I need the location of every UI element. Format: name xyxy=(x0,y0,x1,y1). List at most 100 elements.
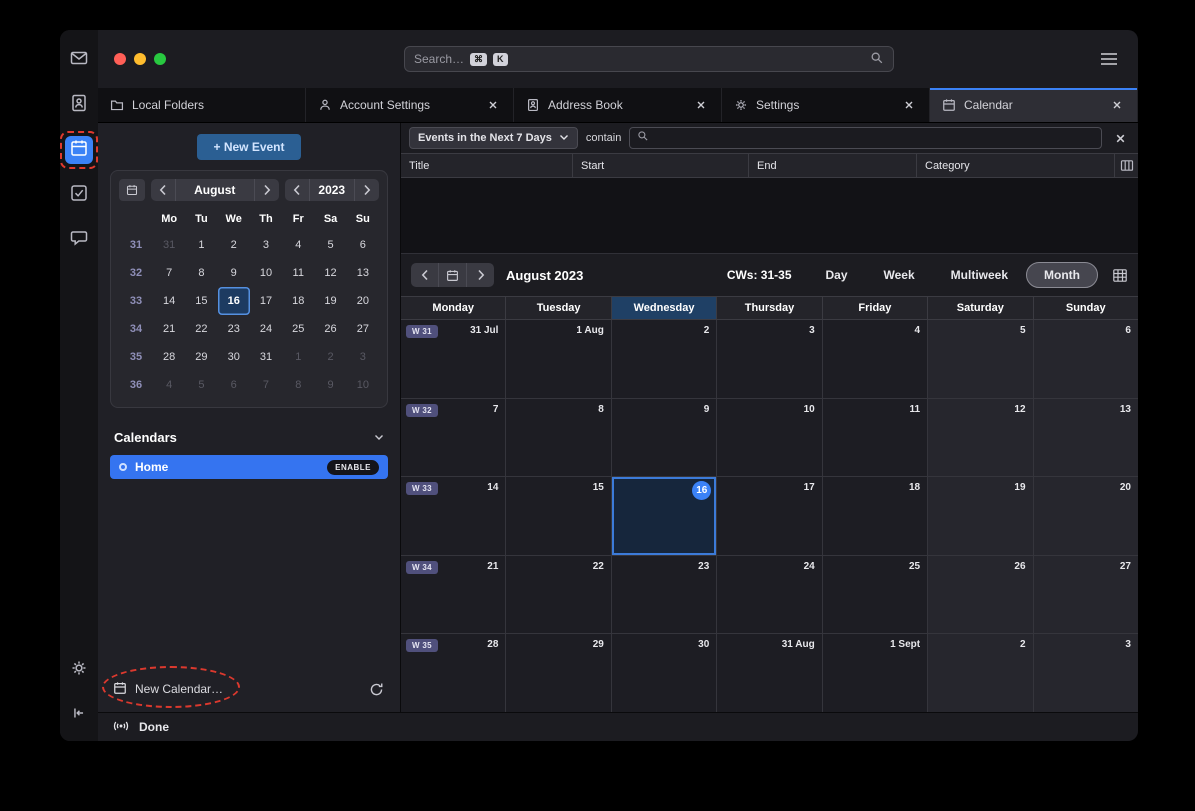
minical-day[interactable]: 27 xyxy=(347,315,379,343)
month-cell[interactable]: 6 xyxy=(1034,320,1138,398)
tab-account-settings[interactable]: Account Settings xyxy=(306,88,514,122)
minical-day[interactable]: 15 xyxy=(185,287,217,315)
sync-icon[interactable] xyxy=(369,682,384,697)
minical-day[interactable]: 13 xyxy=(347,259,379,287)
column-header-start[interactable]: Start xyxy=(573,154,749,177)
minical-day-selected[interactable]: 16 xyxy=(218,287,250,315)
month-cell[interactable]: 27 xyxy=(1034,556,1138,634)
minical-day[interactable]: 25 xyxy=(282,315,314,343)
minical-day[interactable]: 30 xyxy=(218,343,250,371)
zoom-window-button[interactable] xyxy=(154,53,166,65)
month-cell[interactable]: 19 xyxy=(928,477,1033,555)
month-cell[interactable]: 2 xyxy=(612,320,717,398)
close-filter-icon[interactable] xyxy=(1110,133,1130,144)
global-search-bar[interactable]: Search… ⌘ K xyxy=(404,46,894,72)
month-cell[interactable]: 26 xyxy=(928,556,1033,634)
minical-day[interactable]: 5 xyxy=(314,231,346,259)
month-cell[interactable]: 3 xyxy=(1034,634,1138,712)
minical-day[interactable]: 19 xyxy=(314,287,346,315)
event-range-dropdown[interactable]: Events in the Next 7 Days xyxy=(409,127,578,149)
month-cell[interactable]: 17 xyxy=(717,477,822,555)
month-cell[interactable]: 25 xyxy=(823,556,928,634)
previous-period-button[interactable] xyxy=(411,263,439,287)
minical-day[interactable]: 11 xyxy=(282,259,314,287)
minical-day[interactable]: 12 xyxy=(314,259,346,287)
next-month-button[interactable] xyxy=(255,179,279,201)
month-cell[interactable]: W 3131 Jul xyxy=(401,320,506,398)
view-button-multiweek[interactable]: Multiweek xyxy=(933,262,1026,288)
minical-day[interactable]: 23 xyxy=(218,315,250,343)
month-cell[interactable]: 24 xyxy=(717,556,822,634)
previous-month-button[interactable] xyxy=(151,179,175,201)
new-event-button[interactable]: + New Event xyxy=(197,134,300,160)
month-cell[interactable]: 5 xyxy=(928,320,1033,398)
minical-day[interactable]: 7 xyxy=(250,371,282,399)
month-cell[interactable]: 29 xyxy=(506,634,611,712)
close-tab-icon[interactable] xyxy=(901,97,917,113)
month-cell[interactable]: 10 xyxy=(717,399,822,477)
month-cell[interactable]: 9 xyxy=(612,399,717,477)
minical-day[interactable]: 5 xyxy=(185,371,217,399)
calendar-layout-icon[interactable] xyxy=(1112,268,1128,283)
month-cell[interactable]: 12 xyxy=(928,399,1033,477)
month-cell[interactable]: 2 xyxy=(928,634,1033,712)
month-cell[interactable]: 22 xyxy=(506,556,611,634)
month-cell[interactable]: 4 xyxy=(823,320,928,398)
minical-day[interactable]: 9 xyxy=(218,259,250,287)
view-button-day[interactable]: Day xyxy=(808,262,866,288)
close-tab-icon[interactable] xyxy=(485,97,501,113)
column-header-end[interactable]: End xyxy=(749,154,917,177)
month-cell[interactable]: 13 xyxy=(1034,399,1138,477)
calendar-list-item-home[interactable]: Home ENABLE xyxy=(110,455,388,479)
month-cell[interactable]: 1 Aug xyxy=(506,320,611,398)
month-cell[interactable]: 30 xyxy=(612,634,717,712)
minical-day[interactable]: 1 xyxy=(185,231,217,259)
minical-day[interactable]: 18 xyxy=(282,287,314,315)
month-cell[interactable]: 18 xyxy=(823,477,928,555)
minical-day[interactable]: 22 xyxy=(185,315,217,343)
today-button[interactable] xyxy=(439,263,467,287)
column-picker-icon[interactable] xyxy=(1115,154,1138,177)
minical-day[interactable]: 21 xyxy=(153,315,185,343)
minical-day[interactable]: 3 xyxy=(347,343,379,371)
column-header-category[interactable]: Category xyxy=(917,154,1115,177)
minical-day[interactable]: 17 xyxy=(250,287,282,315)
minical-day[interactable]: 4 xyxy=(282,231,314,259)
minical-day[interactable]: 3 xyxy=(250,231,282,259)
minical-day[interactable]: 8 xyxy=(282,371,314,399)
minical-day[interactable]: 10 xyxy=(250,259,282,287)
tab-settings[interactable]: Settings xyxy=(722,88,930,122)
view-button-week[interactable]: Week xyxy=(866,262,933,288)
event-search-field[interactable] xyxy=(629,127,1102,149)
month-cell-today[interactable]: 16 xyxy=(612,477,717,555)
app-menu-button[interactable] xyxy=(1100,52,1118,71)
minical-day[interactable]: 31 xyxy=(250,343,282,371)
month-cell[interactable]: 11 xyxy=(823,399,928,477)
enable-badge[interactable]: ENABLE xyxy=(327,460,379,475)
tab-calendar[interactable]: Calendar xyxy=(930,88,1138,122)
minical-day[interactable]: 6 xyxy=(347,231,379,259)
chat-space-button[interactable] xyxy=(65,226,93,254)
minical-day[interactable]: 2 xyxy=(218,231,250,259)
minical-day[interactable]: 4 xyxy=(153,371,185,399)
month-cell[interactable]: W 3314 xyxy=(401,477,506,555)
month-cell[interactable]: 31 Aug xyxy=(717,634,822,712)
month-cell[interactable]: 15 xyxy=(506,477,611,555)
tab-local-folders[interactable]: Local Folders xyxy=(98,88,306,122)
minical-day[interactable]: 29 xyxy=(185,343,217,371)
minical-day[interactable]: 14 xyxy=(153,287,185,315)
event-search-input[interactable] xyxy=(655,131,1094,145)
minical-day[interactable]: 20 xyxy=(347,287,379,315)
month-cell[interactable]: 20 xyxy=(1034,477,1138,555)
tab-address-book[interactable]: Address Book xyxy=(514,88,722,122)
minical-day[interactable]: 9 xyxy=(314,371,346,399)
minical-day[interactable]: 10 xyxy=(347,371,379,399)
new-calendar-label[interactable]: New Calendar… xyxy=(135,682,223,696)
month-cell[interactable]: W 3421 xyxy=(401,556,506,634)
minical-day[interactable]: 26 xyxy=(314,315,346,343)
mini-calendar-today-button[interactable] xyxy=(119,179,145,201)
settings-space-button[interactable] xyxy=(65,656,93,684)
month-cell[interactable]: 1 Sept xyxy=(823,634,928,712)
month-cell[interactable]: 8 xyxy=(506,399,611,477)
minical-day[interactable]: 2 xyxy=(314,343,346,371)
